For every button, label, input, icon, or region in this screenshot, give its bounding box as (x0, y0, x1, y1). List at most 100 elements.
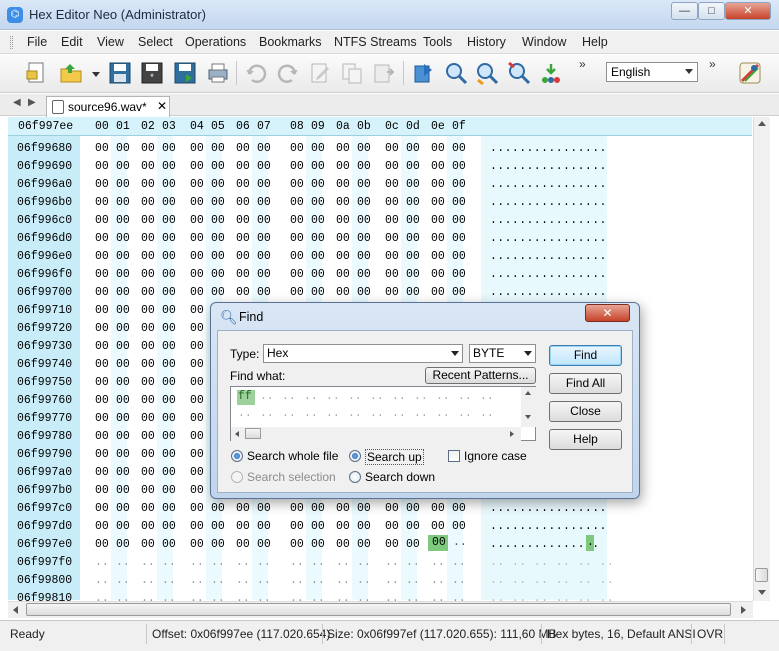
hex-byte[interactable]: 00 (336, 250, 350, 263)
hex-byte[interactable]: 00 (406, 232, 420, 245)
hex-byte[interactable]: 00 (452, 502, 466, 515)
hex-byte[interactable]: 00 (385, 214, 399, 227)
hex-byte[interactable]: 00 (452, 178, 466, 191)
hex-byte[interactable]: 00 (257, 142, 271, 155)
hex-byte[interactable]: 00 (116, 430, 130, 443)
hex-byte[interactable]: 00 (357, 214, 371, 227)
hex-byte[interactable]: 00 (211, 142, 225, 155)
hex-byte[interactable]: 00 (190, 322, 204, 335)
hex-byte[interactable]: 00 (190, 304, 204, 317)
search-up-radio[interactable] (349, 450, 361, 462)
search-whole-file-label[interactable]: Search whole file (247, 449, 338, 463)
hex-byte[interactable]: 00 (385, 178, 399, 191)
ascii-text[interactable]: ............... (490, 538, 600, 551)
save-all-icon[interactable]: * (139, 60, 165, 86)
hex-byte[interactable]: 00 (211, 250, 225, 263)
hex-byte[interactable]: 00 (357, 520, 371, 533)
hex-byte[interactable]: 00 (95, 142, 109, 155)
hex-byte[interactable]: 00 (257, 178, 271, 191)
hex-byte[interactable]: 00 (116, 286, 130, 299)
search-down-label[interactable]: Search down (365, 470, 435, 484)
hex-byte[interactable]: 00 (190, 178, 204, 191)
hex-byte[interactable]: 00 (236, 250, 250, 263)
hex-byte[interactable]: .. (431, 556, 445, 569)
ignore-case-label[interactable]: Ignore case (464, 449, 527, 463)
hex-byte[interactable]: 00 (236, 520, 250, 533)
hex-byte[interactable]: 00 (336, 196, 350, 209)
hex-byte[interactable]: 00 (357, 160, 371, 173)
ascii-text[interactable]: ................ (490, 268, 607, 281)
hex-byte[interactable]: 00 (162, 520, 176, 533)
hex-byte[interactable]: .. (162, 574, 176, 587)
hex-byte[interactable]: 00 (116, 160, 130, 173)
hex-byte[interactable]: 00 (452, 250, 466, 263)
hex-byte[interactable]: 00 (95, 160, 109, 173)
hex-byte[interactable]: 00 (357, 268, 371, 281)
hex-byte[interactable]: 00 (431, 232, 445, 245)
hex-byte[interactable]: 00 (190, 394, 204, 407)
hex-byte[interactable]: 00 (162, 250, 176, 263)
hex-byte[interactable]: 00 (431, 214, 445, 227)
hex-byte[interactable]: 00 (116, 268, 130, 281)
hex-byte[interactable]: 00 (190, 268, 204, 281)
hex-byte[interactable]: 00 (141, 160, 155, 173)
paste-icon[interactable] (371, 60, 397, 86)
hex-byte[interactable]: .. (95, 556, 109, 569)
hex-byte[interactable]: 00 (257, 538, 271, 551)
hex-byte[interactable]: 00 (385, 520, 399, 533)
minimize-button[interactable]: — (671, 2, 698, 20)
hex-byte[interactable]: .. (336, 574, 350, 587)
scroll-right-icon[interactable] (510, 431, 514, 437)
hex-byte[interactable]: .. (357, 556, 371, 569)
hex-byte[interactable]: 00 (190, 448, 204, 461)
hex-byte[interactable]: 00 (95, 466, 109, 479)
pattern-empty-byte[interactable]: .. (326, 390, 340, 403)
hex-byte[interactable]: 00 (116, 358, 130, 371)
hex-byte[interactable]: 00 (162, 430, 176, 443)
hex-byte[interactable]: 00 (452, 520, 466, 533)
hex-byte[interactable]: 00 (211, 286, 225, 299)
find-button[interactable]: Find (549, 345, 622, 366)
hex-byte[interactable]: 00 (311, 268, 325, 281)
hex-byte[interactable]: 00 (141, 268, 155, 281)
hex-byte[interactable]: 00 (162, 160, 176, 173)
hex-byte[interactable]: 00 (452, 286, 466, 299)
hex-byte[interactable]: 00 (211, 232, 225, 245)
hex-byte[interactable]: 00 (95, 430, 109, 443)
close-tab-icon[interactable]: ✕ (157, 99, 167, 113)
hex-byte[interactable]: 00 (141, 430, 155, 443)
pattern-empty-byte[interactable]: .. (436, 407, 450, 420)
hex-byte[interactable]: 00 (311, 502, 325, 515)
tab-source96-wav[interactable]: source96.wav* ✕ (46, 96, 170, 117)
hex-byte[interactable]: 00 (431, 178, 445, 191)
hex-byte[interactable]: 00 (236, 538, 250, 551)
pattern-empty-byte[interactable]: .. (370, 407, 384, 420)
ascii-text[interactable]: ................ (490, 214, 607, 227)
hex-byte[interactable]: 00 (431, 160, 445, 173)
goto-icon[interactable] (411, 60, 437, 86)
hex-byte[interactable]: 00 (406, 214, 420, 227)
hex-byte[interactable]: 00 (257, 232, 271, 245)
hex-byte[interactable]: 00 (406, 178, 420, 191)
scroll-right-icon[interactable] (741, 606, 746, 614)
hex-byte[interactable]: .. (336, 556, 350, 569)
hex-byte[interactable]: 00 (95, 394, 109, 407)
hex-byte[interactable]: 00 (336, 160, 350, 173)
hex-byte[interactable]: 00 (431, 142, 445, 155)
pattern-first-byte[interactable]: ff (238, 390, 252, 403)
maximize-button[interactable]: □ (698, 2, 725, 20)
pattern-empty-byte[interactable]: .. (326, 407, 340, 420)
type-select[interactable]: Hex (263, 344, 463, 363)
hex-byte[interactable]: 00 (190, 232, 204, 245)
hex-byte[interactable]: .. (452, 574, 466, 587)
menu-grip[interactable] (10, 36, 13, 49)
ascii-text[interactable]: ................ (490, 232, 607, 245)
hex-byte[interactable]: 00 (211, 214, 225, 227)
hex-byte[interactable]: 00 (431, 250, 445, 263)
hex-byte[interactable]: 00 (211, 538, 225, 551)
hex-byte[interactable]: 00 (431, 196, 445, 209)
hex-byte[interactable]: 00 (95, 196, 109, 209)
hex-byte[interactable]: 00 (190, 196, 204, 209)
hex-byte[interactable]: 00 (290, 286, 304, 299)
menu-history[interactable]: History (467, 35, 506, 49)
